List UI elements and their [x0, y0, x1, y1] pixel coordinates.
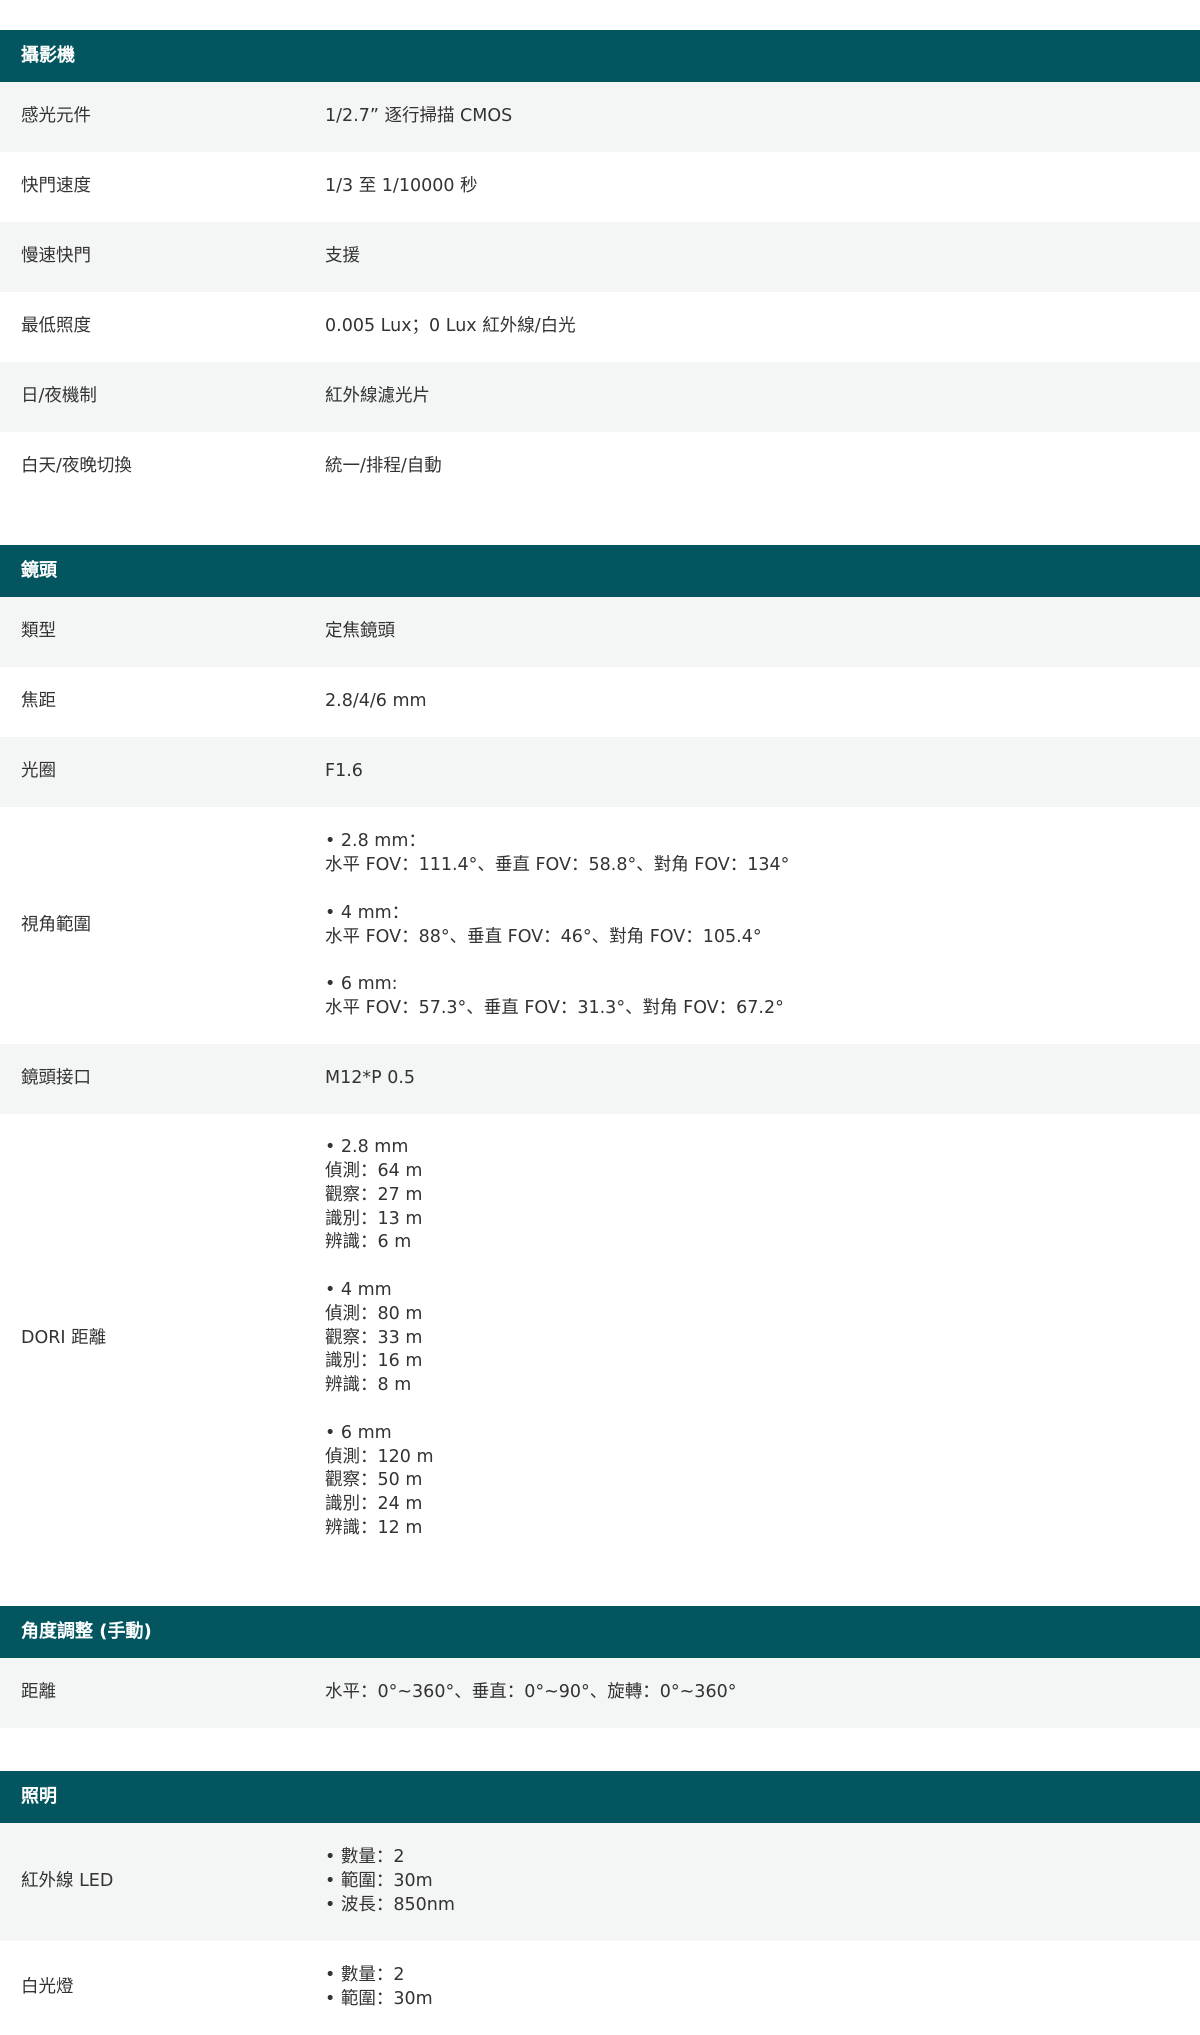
spec-value-cell: • 2.8 mm 偵測：64 m 觀察：27 m 識別：13 m 辨識：6 m … [296, 1114, 1200, 1563]
spec-label: 白天/夜晚切換 [0, 432, 296, 502]
section-header: 鏡頭 [0, 545, 1200, 597]
spec-label: 距離 [0, 1658, 296, 1728]
spec-label: 日/夜機制 [0, 362, 296, 432]
section-camera: 攝影機 感光元件 1/2.7” 逐行掃描 CMOS 快門速度 1/3 至 1/1… [0, 30, 1200, 502]
spec-label: 快門速度 [0, 152, 296, 222]
spec-value: 水平：0°~360°、垂直：0°~90°、旋轉：0°~360° [296, 1658, 1200, 1728]
spec-table: 紅外線 LED • 數量：2 • 範圍：30m • 波長：850nm 白光燈 •… [0, 1823, 1200, 2035]
spec-row: 焦距 2.8/4/6 mm [0, 667, 1200, 737]
spec-page: 攝影機 感光元件 1/2.7” 逐行掃描 CMOS 快門速度 1/3 至 1/1… [0, 0, 1200, 2035]
spec-value: 1/3 至 1/10000 秒 [296, 152, 1200, 222]
spec-row: 慢速快門 支援 [0, 222, 1200, 292]
spec-value: 0.005 Lux；0 Lux 紅外線/白光 [296, 292, 1200, 362]
spec-value: 1/2.7” 逐行掃描 CMOS [296, 82, 1200, 152]
spec-value-cell: • 數量：2 • 範圍：30m [296, 1941, 1200, 2035]
spec-value-cell: • 數量：2 • 範圍：30m • 波長：850nm [296, 1823, 1200, 1941]
spec-row: 光圈 F1.6 [0, 737, 1200, 807]
spec-label: 慢速快門 [0, 222, 296, 292]
spec-label: 類型 [0, 597, 296, 667]
spec-row: 日/夜機制 紅外線濾光片 [0, 362, 1200, 432]
spec-value: • 2.8 mm： 水平 FOV：111.4°、垂直 FOV：58.8°、對角 … [325, 831, 790, 1018]
spec-row: 鏡頭接口 M12*P 0.5 [0, 1044, 1200, 1114]
spec-value: 支援 [296, 222, 1200, 292]
spec-value: 統一/排程/自動 [296, 432, 1200, 502]
spec-row: 快門速度 1/3 至 1/10000 秒 [0, 152, 1200, 222]
spec-value: 2.8/4/6 mm [296, 667, 1200, 737]
spec-value: • 數量：2 • 範圍：30m • 波長：850nm [325, 1847, 455, 1915]
section-header: 角度調整 (手動) [0, 1606, 1200, 1658]
spec-label: 焦距 [0, 667, 296, 737]
spec-row: 白天/夜晚切換 統一/排程/自動 [0, 432, 1200, 502]
spec-label: 視角範圍 [0, 807, 296, 1044]
spec-label: 光圈 [0, 737, 296, 807]
spec-table: 距離 水平：0°~360°、垂直：0°~90°、旋轉：0°~360° [0, 1658, 1200, 1728]
spec-table: 類型 定焦鏡頭 焦距 2.8/4/6 mm 光圈 F1.6 視角範圍 • 2.8… [0, 597, 1200, 1563]
spec-value: • 2.8 mm 偵測：64 m 觀察：27 m 識別：13 m 辨識：6 m … [325, 1137, 434, 1538]
spec-row: 視角範圍 • 2.8 mm： 水平 FOV：111.4°、垂直 FOV：58.8… [0, 807, 1200, 1044]
spec-row: 最低照度 0.005 Lux；0 Lux 紅外線/白光 [0, 292, 1200, 362]
spec-label: DORI 距離 [0, 1114, 296, 1563]
spec-label: 紅外線 LED [0, 1823, 296, 1941]
spec-value: 定焦鏡頭 [296, 597, 1200, 667]
spec-value: 紅外線濾光片 [296, 362, 1200, 432]
spec-label: 白光燈 [0, 1941, 296, 2035]
section-angle-adjustment: 角度調整 (手動) 距離 水平：0°~360°、垂直：0°~90°、旋轉：0°~… [0, 1606, 1200, 1728]
section-header: 攝影機 [0, 30, 1200, 82]
spec-row: 白光燈 • 數量：2 • 範圍：30m [0, 1941, 1200, 2035]
spec-label: 鏡頭接口 [0, 1044, 296, 1114]
spec-row: 距離 水平：0°~360°、垂直：0°~90°、旋轉：0°~360° [0, 1658, 1200, 1728]
section-header: 照明 [0, 1771, 1200, 1823]
spec-row: 紅外線 LED • 數量：2 • 範圍：30m • 波長：850nm [0, 1823, 1200, 1941]
spec-table: 感光元件 1/2.7” 逐行掃描 CMOS 快門速度 1/3 至 1/10000… [0, 82, 1200, 502]
section-illumination: 照明 紅外線 LED • 數量：2 • 範圍：30m • 波長：850nm 白光… [0, 1771, 1200, 2035]
spec-label: 最低照度 [0, 292, 296, 362]
spec-label: 感光元件 [0, 82, 296, 152]
spec-row: DORI 距離 • 2.8 mm 偵測：64 m 觀察：27 m 識別：13 m… [0, 1114, 1200, 1563]
spec-value: M12*P 0.5 [296, 1044, 1200, 1114]
spec-value-cell: • 2.8 mm： 水平 FOV：111.4°、垂直 FOV：58.8°、對角 … [296, 807, 1200, 1044]
spec-row: 感光元件 1/2.7” 逐行掃描 CMOS [0, 82, 1200, 152]
section-lens: 鏡頭 類型 定焦鏡頭 焦距 2.8/4/6 mm 光圈 F1.6 視角範圍 • … [0, 545, 1200, 1563]
spec-value: • 數量：2 • 範圍：30m [325, 1965, 433, 2009]
spec-value: F1.6 [296, 737, 1200, 807]
spec-row: 類型 定焦鏡頭 [0, 597, 1200, 667]
